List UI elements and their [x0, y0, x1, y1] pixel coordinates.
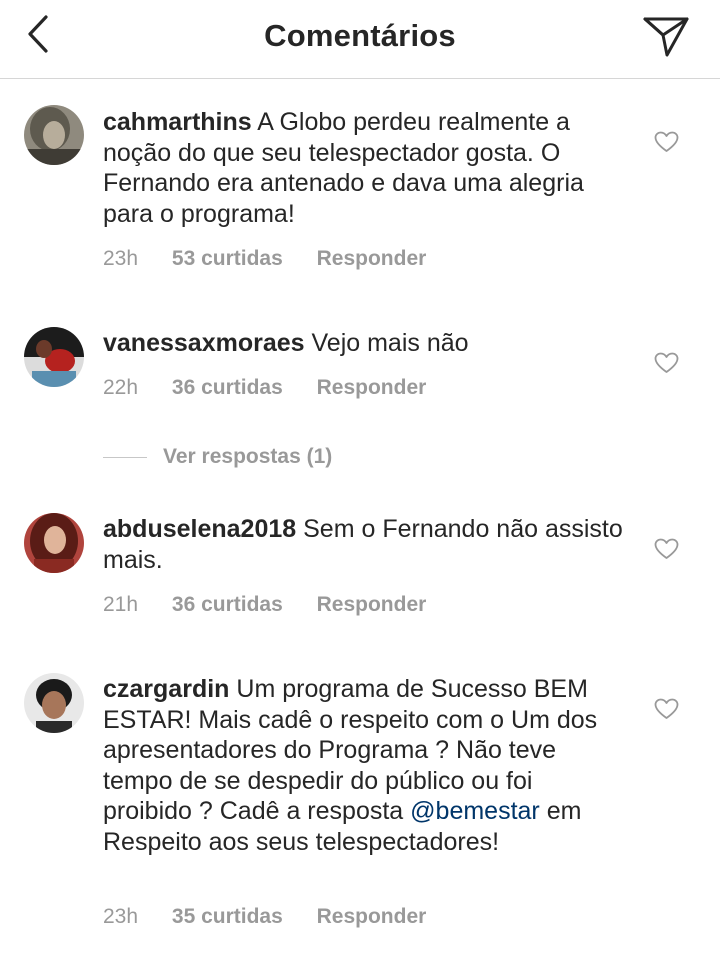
- comment-time: 23h: [103, 247, 139, 270]
- comment-meta: 21h 36 curtidas Responder: [103, 593, 454, 617]
- comment-body: Vejo mais não: [311, 329, 469, 357]
- comment-text: cahmarthins A Globo perdeu realmente a n…: [103, 107, 623, 229]
- replies-divider: [103, 456, 147, 458]
- reply-button[interactable]: Responder: [317, 376, 427, 399]
- comment-meta: 23h 53 curtidas Responder: [103, 247, 454, 271]
- comment-likes[interactable]: 36 curtidas: [172, 593, 283, 616]
- comment-likes[interactable]: 36 curtidas: [172, 376, 283, 399]
- comment-likes[interactable]: 53 curtidas: [172, 247, 283, 270]
- comment-time: 22h: [103, 376, 139, 399]
- comment-username[interactable]: czargardin: [103, 675, 229, 703]
- comment-username[interactable]: abduselena2018: [103, 515, 296, 543]
- comment-username[interactable]: vanessaxmoraes: [103, 329, 305, 357]
- top-bar: Comentários: [0, 0, 720, 79]
- mention-link[interactable]: @bemestar: [410, 797, 540, 825]
- paper-plane-icon[interactable]: [641, 13, 691, 59]
- avatar[interactable]: [24, 327, 84, 387]
- avatar[interactable]: [24, 105, 84, 165]
- comment-text: vanessaxmoraes Vejo mais não: [103, 328, 623, 359]
- comment-time: 23h: [103, 905, 139, 928]
- reply-button[interactable]: Responder: [317, 905, 427, 928]
- heart-icon[interactable]: [654, 698, 679, 720]
- heart-icon[interactable]: [654, 131, 679, 153]
- reply-button[interactable]: Responder: [317, 247, 427, 270]
- comment-text: czargardin Um programa de Sucesso BEM ES…: [103, 674, 623, 857]
- comment-meta: 22h 36 curtidas Responder: [103, 376, 454, 400]
- comment-meta: 23h 35 curtidas Responder: [103, 905, 454, 929]
- comment-likes[interactable]: 35 curtidas: [172, 905, 283, 928]
- comment-text: abduselena2018 Sem o Fernando não assist…: [103, 514, 623, 575]
- view-replies-button[interactable]: Ver respostas (1): [103, 445, 332, 471]
- heart-icon[interactable]: [654, 352, 679, 374]
- view-replies-label: Ver respostas (1): [163, 445, 333, 468]
- avatar[interactable]: [24, 513, 84, 573]
- page-title: Comentários: [264, 18, 456, 53]
- reply-button[interactable]: Responder: [317, 593, 427, 616]
- comment-time: 21h: [103, 593, 139, 616]
- avatar[interactable]: [24, 673, 84, 733]
- heart-icon[interactable]: [654, 538, 679, 560]
- comment-username[interactable]: cahmarthins: [103, 108, 252, 136]
